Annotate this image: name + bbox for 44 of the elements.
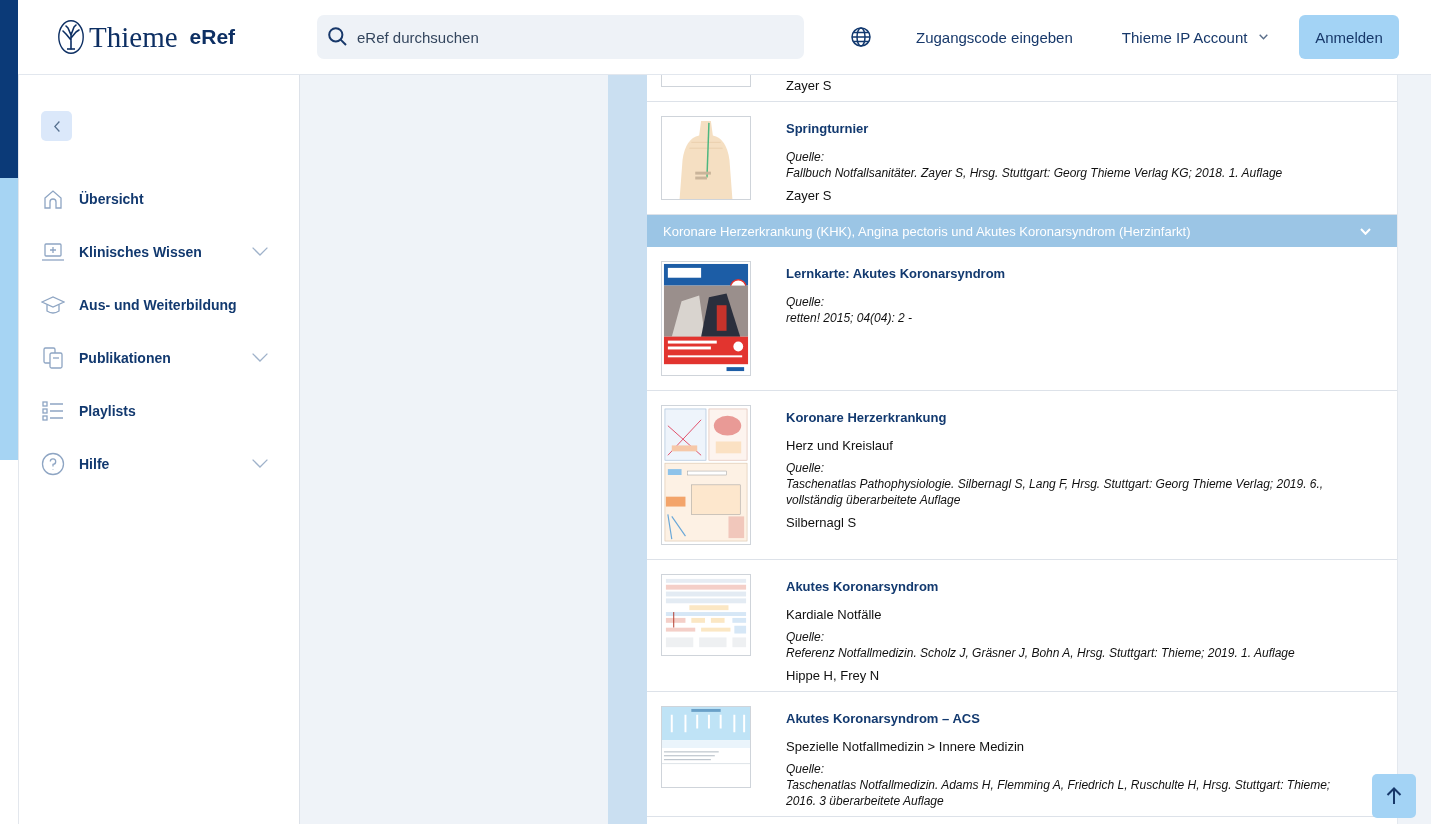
documents-icon [41,345,65,370]
author-text: Hippe H, Frey N [786,668,881,684]
source-label: Quelle: [786,629,826,645]
source-label: Quelle: [786,460,826,476]
account-dropdown[interactable]: Thieme IP Account [1121,28,1269,46]
chevron-left-icon [53,120,60,132]
product-name: eRef [189,24,236,50]
sidebar-item[interactable]: Playlists [19,384,299,437]
sidebar-item[interactable]: Aus- und Weiterbildung [19,278,299,331]
category-text: Spezielle Notfallmedizin > Innere Medizin [786,739,1026,755]
category-text: Herz und Kreislauf [786,438,894,454]
source-text: Referenz Notfallmedizin. Scholz J, Gräsner J, Bohn A, Hrsg. Stuttgart: Thieme; 2019. 1. Auflage [786,645,1296,661]
source-text: Fallbuch Notfallsanitäter. Zayer S, Hrsg. Stuttgart: Georg Thieme Verlag KG; 2018. 1. Auflage [786,165,1284,181]
author-text: Zayer S [786,78,833,94]
search-icon [328,27,347,46]
result-title-link[interactable]: Springturnier [786,121,869,137]
tree-emblem-icon [58,20,84,54]
source-label: Quelle: [786,294,826,310]
sidebar-item[interactable]: Klinisches Wissen [19,225,299,278]
login-button[interactable]: Anmelden [1299,15,1399,59]
brand-name: Thieme [89,20,178,54]
source-text: retten! 2015; 04(04): 2 - [786,310,914,326]
sidebar-item[interactable]: Publikationen [19,331,299,384]
chevron-down-icon [1259,34,1269,40]
help-icon [41,451,65,476]
checklist-icon [41,398,65,423]
category-text: Kardiale Notfälle [786,607,883,623]
result-title-link[interactable]: Akutes Koronarsyndrom – ACS [786,711,980,727]
access-code-link[interactable]: Zugangscode eingeben [916,28,1073,46]
globe-icon[interactable] [851,27,871,47]
result-title-link[interactable]: Akutes Koronarsyndrom [786,579,939,595]
sidebar-item[interactable]: Übersicht [19,172,299,225]
arrow-up-icon [1386,787,1402,805]
result-title-link[interactable]: Lernkarte: Akutes Koronarsyndrom [786,266,1006,282]
source-text: Taschenatlas Notfallmedizin. Adams H, Flemming A, Friedrich L, Ruschulte H, Hrsg. Stuttgart: Thieme; 2016. 3 überarbeitete Auflage [786,777,1332,809]
source-label: Quelle: [786,761,826,777]
source-label: Quelle: [786,149,826,165]
scroll-top-button[interactable] [1372,774,1416,818]
sidebar-item[interactable]: Hilfe [19,437,299,490]
source-text: Taschenatlas Pathophysiologie. Silbernagl S, Lang F, Hrsg. Stuttgart: Georg Thieme Verlag; 2019. 6., vollständig überarbeitete Auflage [786,476,1325,508]
result-title-link[interactable]: Koronare Herzerkrankung [786,410,947,426]
author-text: Silbernagl S [786,515,858,531]
author-text: Zayer S [786,188,833,204]
search-field[interactable]: eRef durchsuchen [317,15,804,59]
